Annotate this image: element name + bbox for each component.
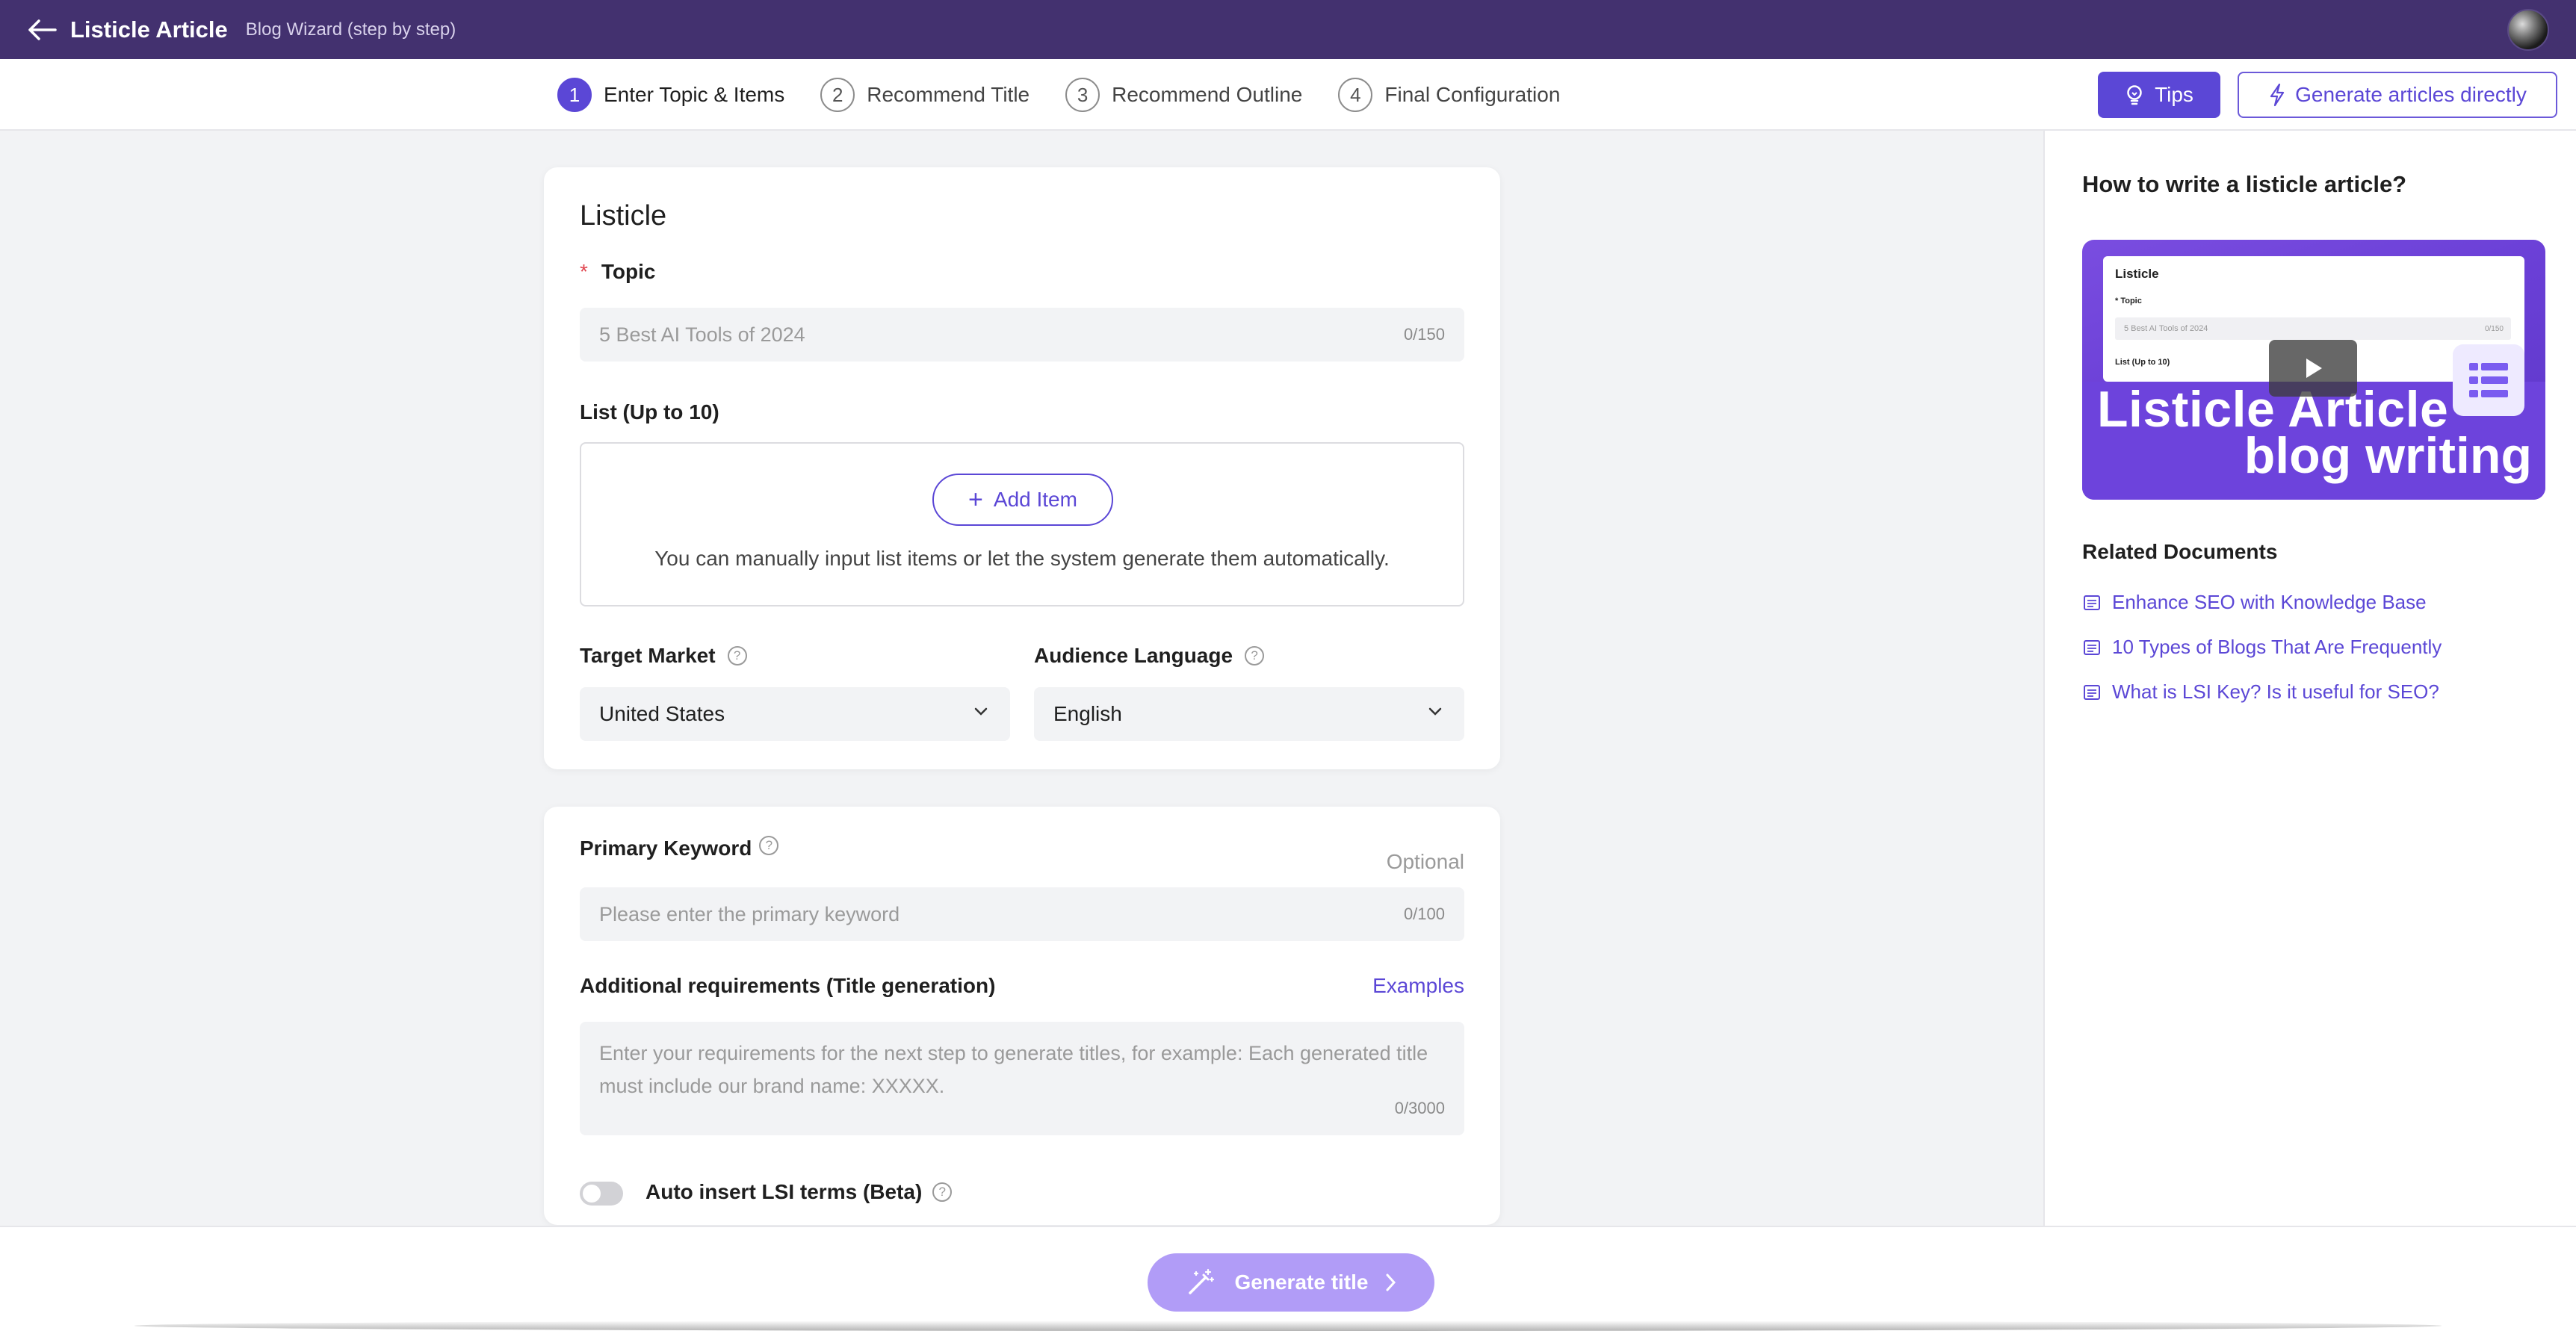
toggle-knob bbox=[583, 1185, 601, 1203]
lsi-label-text: Auto insert LSI terms (Beta) bbox=[645, 1180, 923, 1203]
tips-label: Tips bbox=[2155, 83, 2193, 106]
step-number: 2 bbox=[820, 78, 855, 112]
list-items-box: + Add Item You can manually input list i… bbox=[580, 442, 1464, 606]
mock-title: Listicle bbox=[2115, 267, 2159, 281]
list-icon bbox=[2453, 344, 2524, 416]
optional-tag: Optional bbox=[1386, 850, 1464, 873]
play-icon[interactable] bbox=[2269, 340, 2357, 397]
related-documents-title: Related Documents bbox=[2082, 540, 2278, 563]
keyword-card: Primary Keyword ? Optional Please enter … bbox=[544, 807, 1500, 1225]
audience-language-label-text: Audience Language bbox=[1034, 644, 1233, 667]
examples-link[interactable]: Examples bbox=[1372, 974, 1464, 998]
target-market-value: United States bbox=[599, 702, 725, 725]
primary-keyword-counter: 0/100 bbox=[1403, 905, 1445, 923]
mock-input-text: 5 Best AI Tools of 2024 bbox=[2124, 324, 2208, 333]
step-recommend-outline[interactable]: 3 Recommend Outline bbox=[1065, 78, 1302, 112]
side-panel-title: How to write a listicle article? bbox=[2082, 171, 2407, 197]
video-title-line2: blog writing bbox=[2244, 427, 2532, 484]
chevron-down-icon bbox=[1427, 707, 1443, 717]
audience-language-label: Audience Language ? bbox=[1034, 644, 1265, 668]
back-arrow-icon[interactable] bbox=[22, 10, 61, 49]
document-icon bbox=[2082, 683, 2102, 702]
wizard-steps: 1 Enter Topic & Items 2 Recommend Title … bbox=[557, 59, 1596, 131]
primary-keyword-label: Primary Keyword ? bbox=[580, 836, 779, 860]
card-title: Listicle bbox=[580, 200, 667, 232]
mock-list-label: List (Up to 10) bbox=[2115, 358, 2170, 367]
target-market-label-text: Target Market bbox=[580, 644, 716, 667]
lsi-toggle[interactable] bbox=[580, 1182, 623, 1206]
help-icon[interactable]: ? bbox=[1245, 646, 1265, 666]
doc-link[interactable]: Enhance SEO with Knowledge Base bbox=[2082, 591, 2427, 614]
tutorial-video[interactable]: Listicle * Topic 5 Best AI Tools of 2024… bbox=[2082, 240, 2545, 500]
mock-topic-label: * Topic bbox=[2115, 297, 2142, 305]
topic-counter: 0/150 bbox=[1403, 325, 1445, 344]
primary-keyword-placeholder: Please enter the primary keyword bbox=[599, 902, 900, 925]
magic-wand-icon bbox=[1186, 1268, 1216, 1297]
avatar[interactable] bbox=[2507, 9, 2549, 51]
generate-title-button[interactable]: Generate title bbox=[1148, 1253, 1434, 1312]
additional-requirements-counter: 0/3000 bbox=[1394, 1099, 1445, 1117]
required-marker: * bbox=[580, 260, 588, 283]
step-label: Recommend Outline bbox=[1112, 83, 1303, 106]
step-number: 1 bbox=[557, 78, 592, 112]
step-label: Enter Topic & Items bbox=[604, 83, 785, 106]
doc-link-text: 10 Types of Blogs That Are Frequently bbox=[2112, 636, 2442, 658]
doc-link[interactable]: 10 Types of Blogs That Are Frequently bbox=[2082, 636, 2442, 659]
document-icon bbox=[2082, 593, 2102, 612]
doc-link[interactable]: What is LSI Key? Is it useful for SEO? bbox=[2082, 680, 2439, 704]
lsi-label: Auto insert LSI terms (Beta) ? bbox=[645, 1180, 953, 1204]
additional-requirements-label: Additional requirements (Title generatio… bbox=[580, 974, 996, 997]
step-label: Final Configuration bbox=[1384, 83, 1561, 106]
step-label: Recommend Title bbox=[867, 83, 1030, 106]
bottom-shadow bbox=[134, 1321, 2442, 1331]
help-side-panel: How to write a listicle article? Listicl… bbox=[2043, 131, 2576, 1226]
page-subtitle: Blog Wizard (step by step) bbox=[245, 19, 456, 40]
mock-topic-text: Topic bbox=[2120, 297, 2142, 305]
audience-language-select[interactable]: English bbox=[1034, 687, 1464, 741]
step-final-configuration[interactable]: 4 Final Configuration bbox=[1338, 78, 1560, 112]
mock-input: 5 Best AI Tools of 2024 0/150 bbox=[2115, 317, 2511, 340]
tips-button[interactable]: Tips bbox=[2098, 72, 2220, 118]
topic-label-text: Topic bbox=[601, 260, 656, 283]
lightning-icon bbox=[2268, 83, 2286, 107]
step-recommend-title[interactable]: 2 Recommend Title bbox=[820, 78, 1030, 112]
target-market-label: Target Market ? bbox=[580, 644, 747, 668]
add-item-label: Add Item bbox=[993, 488, 1077, 511]
step-number: 4 bbox=[1338, 78, 1373, 112]
top-bar: Listicle Article Blog Wizard (step by st… bbox=[0, 0, 2576, 59]
help-icon[interactable]: ? bbox=[759, 836, 779, 855]
bottom-action-bar: Generate title bbox=[0, 1226, 2576, 1331]
topic-input[interactable]: 5 Best AI Tools of 2024 0/150 bbox=[580, 308, 1464, 362]
help-icon[interactable]: ? bbox=[727, 646, 747, 666]
additional-requirements-placeholder: Enter your requirements for the next ste… bbox=[599, 1042, 1428, 1097]
step-enter-topic[interactable]: 1 Enter Topic & Items bbox=[557, 78, 784, 112]
audience-language-value: English bbox=[1053, 702, 1122, 725]
step-number: 3 bbox=[1065, 78, 1100, 112]
add-item-button[interactable]: + Add Item bbox=[932, 474, 1113, 526]
list-hint: You can manually input list items or let… bbox=[654, 547, 1390, 570]
help-icon[interactable]: ? bbox=[932, 1182, 953, 1202]
doc-link-text: Enhance SEO with Knowledge Base bbox=[2112, 591, 2427, 613]
chevron-down-icon bbox=[973, 707, 989, 717]
target-market-select[interactable]: United States bbox=[580, 687, 1010, 741]
page-title: Listicle Article bbox=[70, 16, 228, 43]
lightbulb-icon bbox=[2125, 84, 2144, 105]
primary-keyword-label-text: Primary Keyword bbox=[580, 837, 752, 860]
topic-label: * Topic bbox=[580, 260, 656, 284]
primary-keyword-input[interactable]: Please enter the primary keyword 0/100 bbox=[580, 887, 1464, 941]
additional-requirements-textarea[interactable]: Enter your requirements for the next ste… bbox=[580, 1022, 1464, 1135]
listicle-card: Listicle * Topic 5 Best AI Tools of 2024… bbox=[544, 167, 1500, 769]
generate-title-label: Generate title bbox=[1234, 1270, 1369, 1294]
document-icon bbox=[2082, 638, 2102, 657]
mock-counter: 0/150 bbox=[2484, 324, 2504, 333]
chevron-right-icon bbox=[1384, 1273, 1396, 1292]
generate-articles-directly-button[interactable]: Generate articles directly bbox=[2238, 72, 2557, 118]
list-label: List (Up to 10) bbox=[580, 400, 719, 424]
plus-icon: + bbox=[968, 485, 983, 514]
generate-directly-label: Generate articles directly bbox=[2295, 83, 2527, 106]
doc-link-text: What is LSI Key? Is it useful for SEO? bbox=[2112, 680, 2439, 703]
topic-placeholder: 5 Best AI Tools of 2024 bbox=[599, 323, 805, 346]
